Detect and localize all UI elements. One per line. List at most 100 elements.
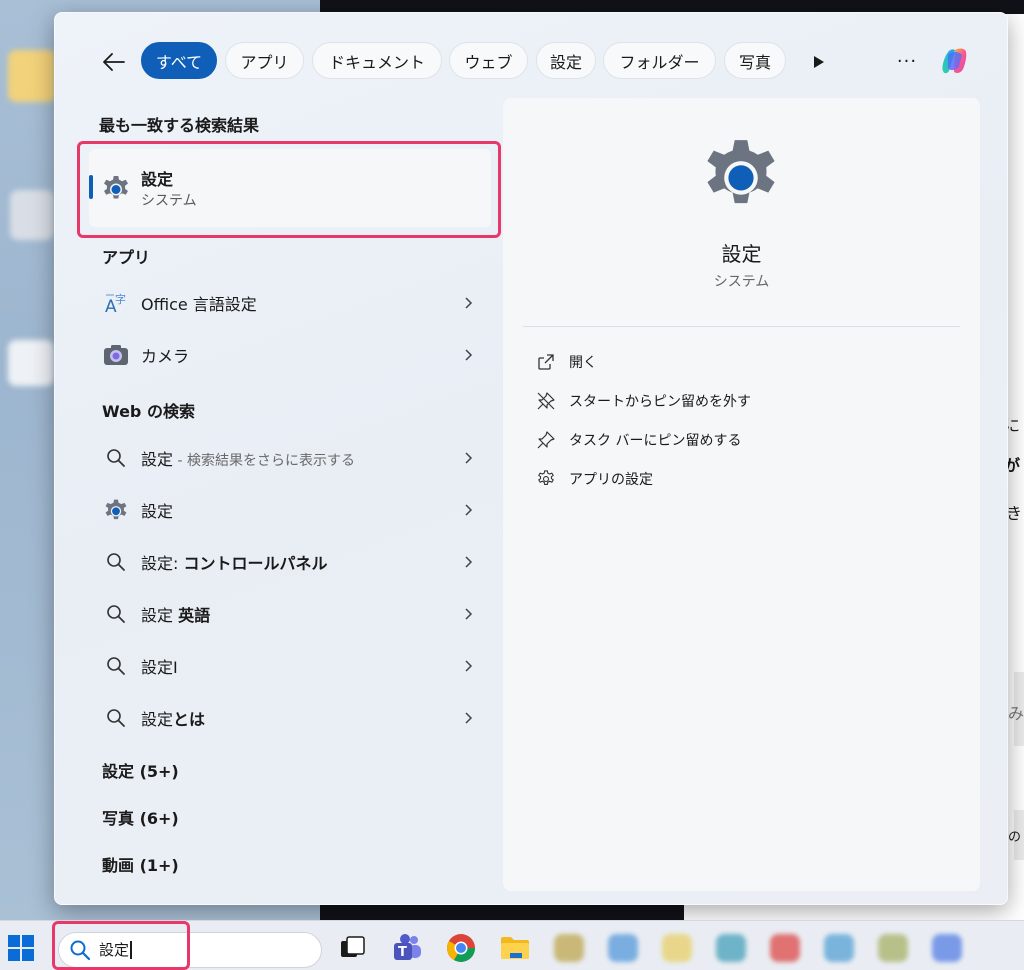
filter-bar: すべて アプリ ドキュメント ウェブ 設定 フォルダー 写真 ··· — [55, 41, 1009, 81]
filter-chip-apps[interactable]: アプリ — [225, 42, 304, 79]
web-result-text: 設定 — [141, 606, 179, 625]
windows-logo-icon — [8, 935, 34, 961]
best-match-subtitle: システム — [141, 193, 197, 209]
taskbar-app-blurred[interactable] — [554, 934, 584, 962]
section-link-photos-more[interactable]: 写真 (6+) — [102, 805, 179, 829]
web-result-hint: - 検索結果をさらに表示する — [173, 453, 355, 469]
svg-text:T: T — [398, 945, 407, 960]
app-item-label: Office 言語設定 — [141, 295, 257, 314]
chrome-icon — [447, 934, 475, 962]
teams-icon: T — [394, 934, 421, 960]
section-link-settings-more[interactable]: 設定 (5+) — [102, 758, 179, 782]
taskbar-app-blurred[interactable] — [608, 934, 638, 962]
scroll-filters-button[interactable] — [807, 50, 831, 74]
web-result-item[interactable]: 設定 — [95, 488, 477, 532]
filter-chip-label: ドキュメント — [328, 52, 425, 72]
filter-chip-label: ウェブ — [464, 52, 513, 72]
file-explorer-button[interactable] — [498, 931, 532, 965]
chevron-right-icon — [461, 500, 477, 520]
web-result-item[interactable]: 設定: コントロールパネル — [95, 540, 477, 584]
web-result-label: 設定とは — [141, 706, 205, 730]
web-result-item[interactable]: 設定とは — [95, 696, 477, 740]
background-text: き — [1006, 504, 1023, 523]
taskbar-app-blurred[interactable] — [878, 934, 908, 962]
app-item-camera[interactable]: カメラ — [95, 333, 477, 377]
web-result-label: 設定: コントロールパネル — [141, 550, 328, 574]
taskbar-app-blurred[interactable] — [824, 934, 854, 962]
divider — [523, 326, 960, 327]
best-match-title: 設定 — [141, 170, 174, 189]
taskbar-app-blurred[interactable] — [716, 934, 746, 962]
search-icon — [70, 940, 91, 961]
gear-icon — [535, 468, 557, 490]
app-item-office-language[interactable]: A 字 Office 言語設定 — [95, 281, 477, 325]
background-text: み — [1008, 704, 1024, 723]
web-result-item[interactable]: 設定I — [95, 644, 477, 688]
action-pin-taskbar[interactable]: タスク バーにピン留めする — [535, 425, 741, 455]
web-result-label: 設定I — [141, 654, 178, 678]
section-link-videos-more[interactable]: 動画 (1+) — [102, 852, 179, 876]
chevron-right-icon — [461, 708, 477, 728]
web-result-label: 設定 英語 — [141, 602, 210, 626]
taskbar-app-blurred[interactable] — [662, 934, 692, 962]
start-button[interactable] — [6, 933, 36, 963]
more-options-button[interactable]: ··· — [891, 43, 923, 79]
desktop-icon-blurred — [8, 340, 54, 386]
chrome-button[interactable] — [444, 931, 478, 965]
taskbar-search-input[interactable]: 設定 — [58, 932, 322, 968]
action-label: スタートからピン留めを外す — [569, 394, 751, 410]
action-label: 開く — [569, 355, 597, 371]
detail-pane: 設定 システム 開く スタートからピン留めを外す タスク バーにピン留めする ア… — [503, 98, 980, 891]
web-result-item[interactable]: 設定 - 検索結果をさらに表示する — [95, 436, 477, 480]
action-unpin-start[interactable]: スタートからピン留めを外す — [535, 386, 751, 416]
action-open[interactable]: 開く — [535, 347, 597, 377]
filter-chip-folders[interactable]: フォルダー — [603, 42, 716, 79]
action-label: タスク バーにピン留めする — [569, 433, 742, 449]
pin-icon — [535, 429, 557, 451]
web-result-bold: 英語 — [178, 606, 211, 625]
web-result-text: 設定: — [141, 554, 184, 573]
filter-chip-documents[interactable]: ドキュメント — [312, 42, 442, 79]
web-result-text: 設定I — [141, 658, 178, 677]
action-app-settings[interactable]: アプリの設定 — [535, 464, 653, 494]
best-match-settings[interactable]: 設定 システム — [89, 149, 491, 227]
task-view-button[interactable] — [336, 931, 370, 965]
taskbar-app-blurred[interactable] — [770, 934, 800, 962]
chevron-right-icon — [461, 656, 477, 676]
web-result-item[interactable]: 設定 英語 — [95, 592, 477, 636]
taskbar: 設定 T — [0, 920, 1024, 970]
taskbar-app-blurred[interactable] — [932, 934, 962, 962]
copilot-button[interactable] — [935, 41, 975, 81]
web-result-bold: コントロールパネル — [183, 554, 328, 573]
camera-icon — [101, 340, 131, 370]
search-icon — [101, 703, 131, 733]
filter-chip-settings[interactable]: 設定 — [536, 42, 596, 79]
teams-button[interactable]: T — [390, 931, 424, 965]
filter-chip-photos[interactable]: 写真 — [724, 42, 786, 79]
filter-chip-label: すべて — [155, 52, 203, 72]
filter-chip-label: フォルダー — [619, 52, 700, 72]
open-external-icon — [535, 351, 557, 373]
desktop-icon-blurred — [10, 190, 54, 240]
filter-chip-all[interactable]: すべて — [141, 42, 217, 79]
task-view-icon — [341, 936, 365, 957]
chevron-right-icon — [461, 293, 477, 313]
search-icon — [101, 599, 131, 629]
svg-text:字: 字 — [115, 292, 126, 306]
action-label: アプリの設定 — [569, 472, 653, 488]
language-settings-icon: A 字 — [101, 288, 131, 318]
section-title-web-search: Web の検索 — [102, 402, 195, 421]
arrow-left-icon — [103, 53, 125, 71]
filter-chip-label: 写真 — [738, 52, 771, 72]
section-title-best-match: 最も一致する検索結果 — [99, 116, 260, 135]
filter-chip-web[interactable]: ウェブ — [449, 42, 528, 79]
back-button[interactable] — [97, 45, 131, 79]
unpin-icon — [535, 390, 557, 412]
section-title-apps: アプリ — [102, 248, 151, 267]
search-panel: すべて アプリ ドキュメント ウェブ 設定 フォルダー 写真 ··· 最も一致す… — [54, 12, 1008, 905]
web-result-text: 設定 — [141, 502, 174, 521]
copilot-icon — [942, 48, 967, 74]
selection-indicator — [89, 175, 93, 199]
chevron-right-icon — [461, 604, 477, 624]
detail-subtitle: システム — [713, 274, 770, 290]
